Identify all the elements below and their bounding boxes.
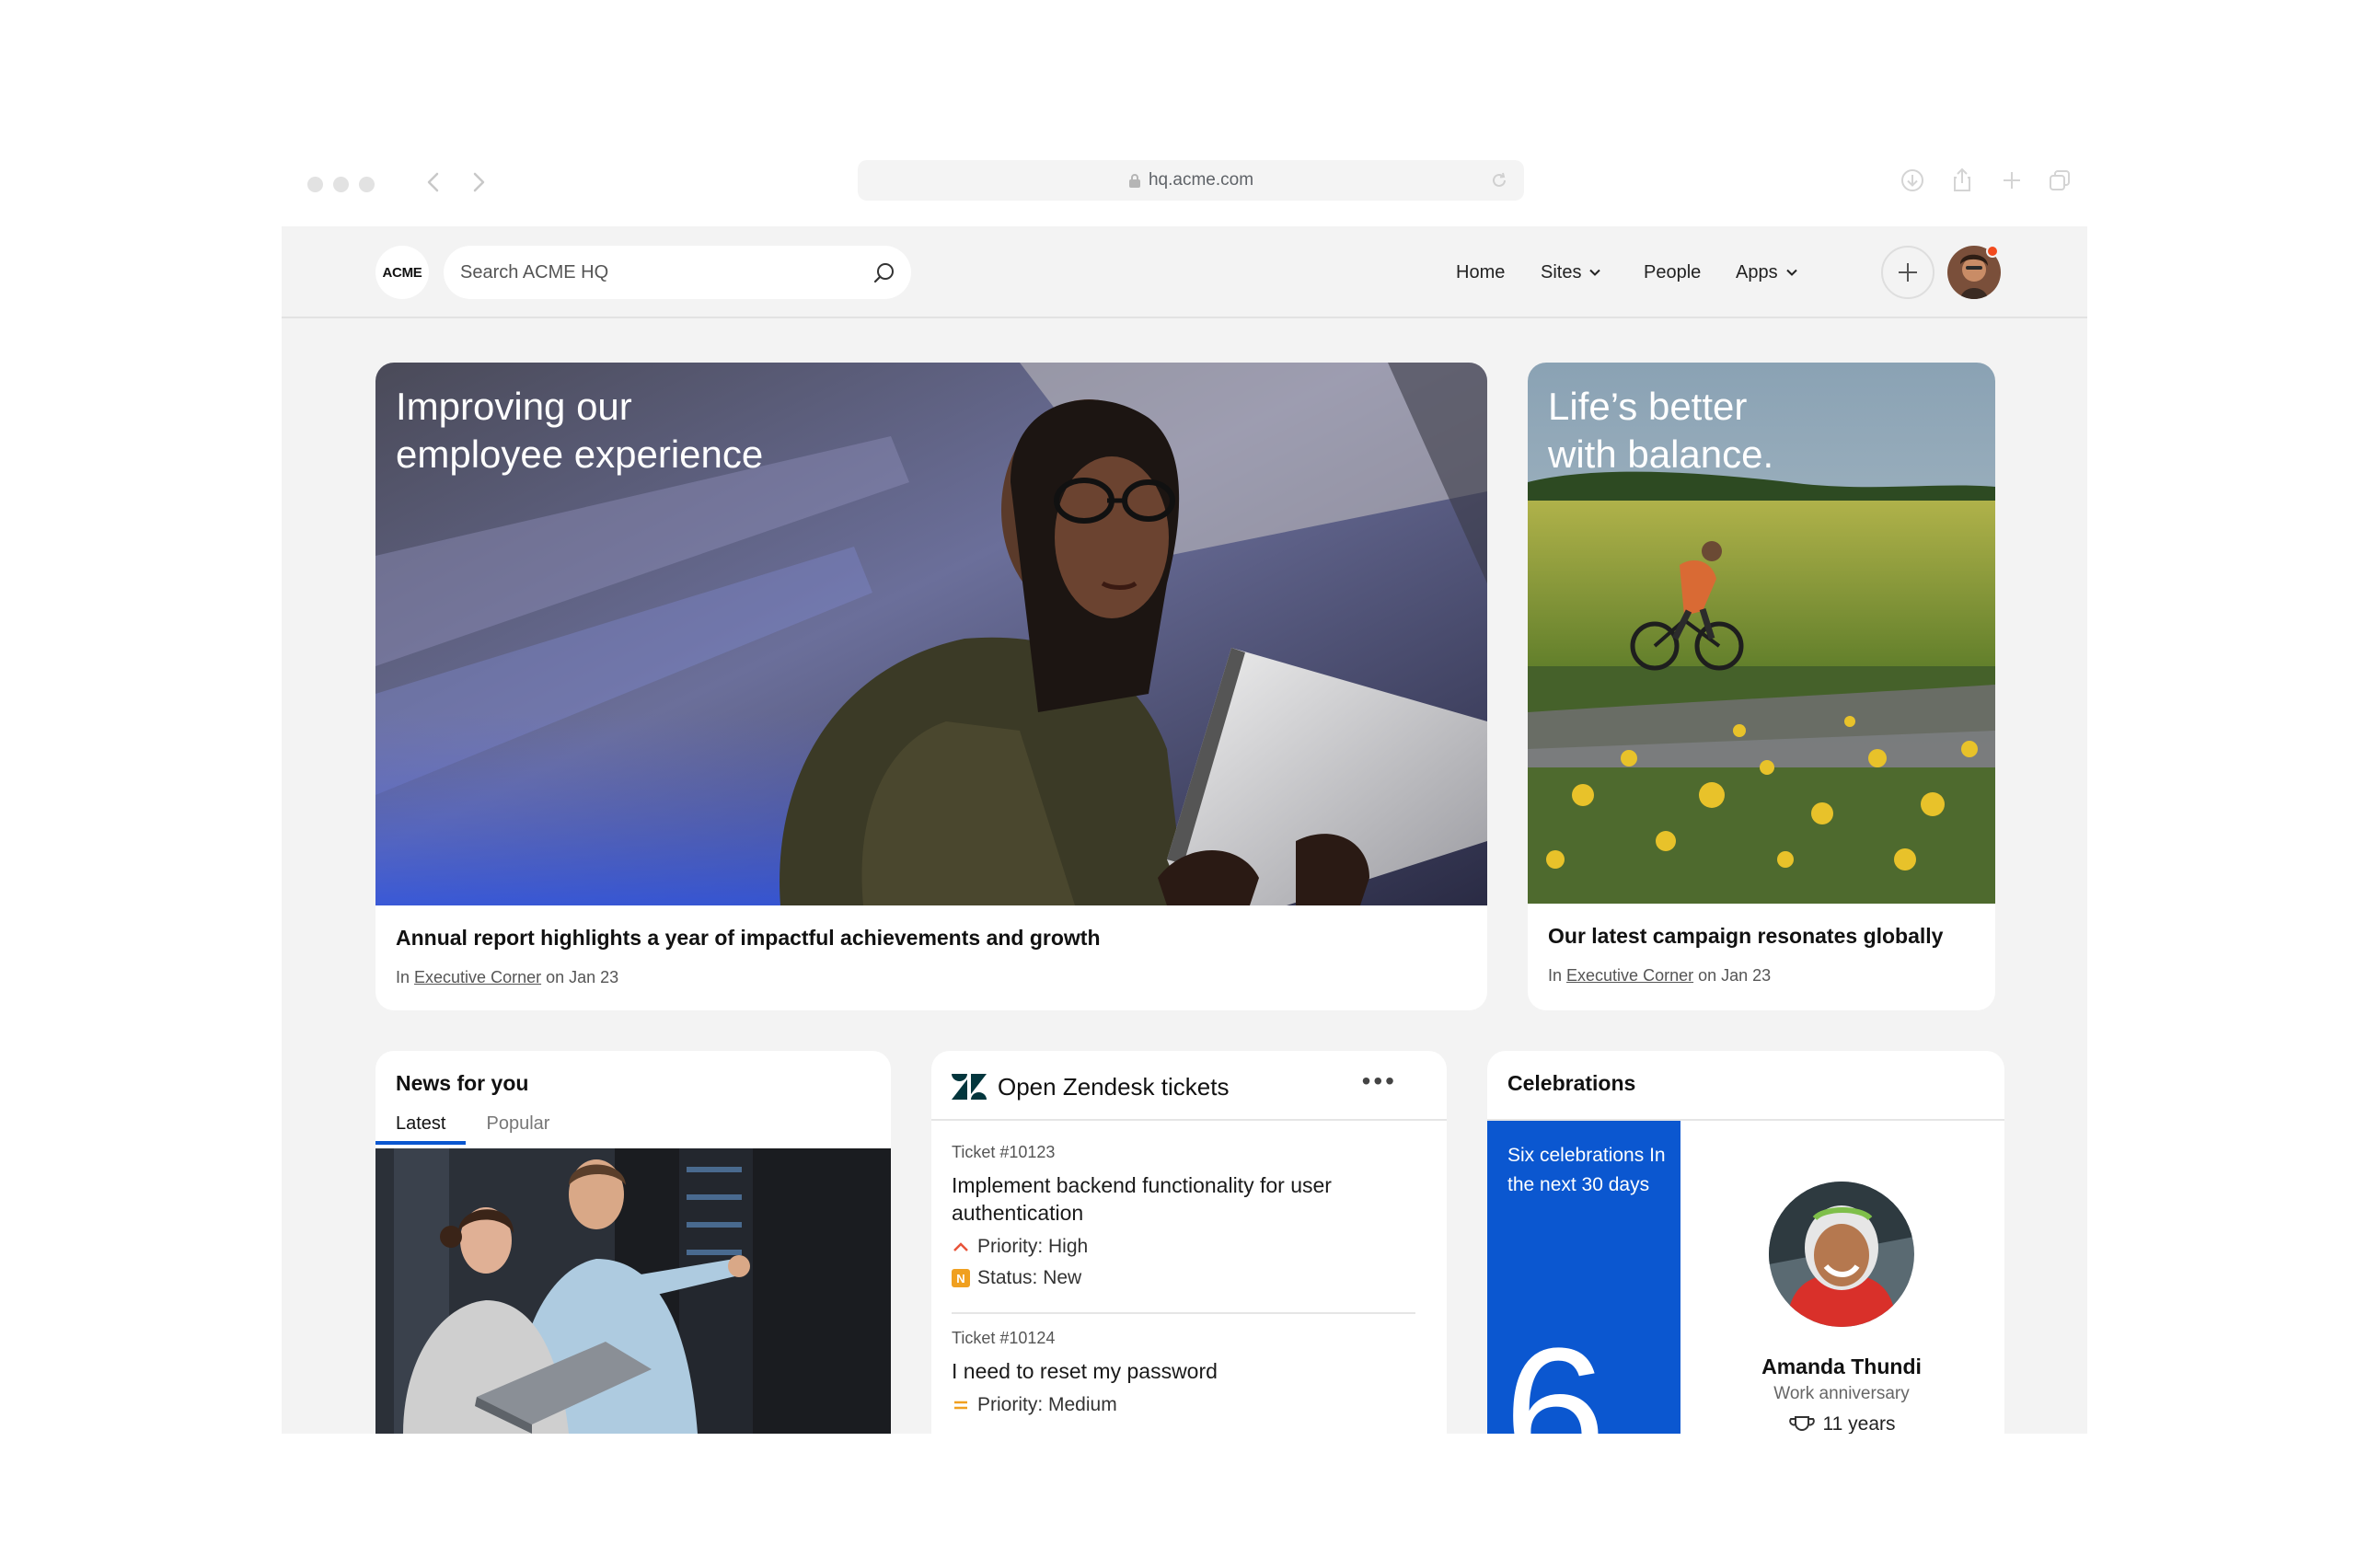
window-controls [307, 177, 375, 192]
celebrations-header: Celebrations [1487, 1051, 2004, 1121]
trophy-icon [1788, 1416, 1815, 1431]
ticket-priority: Priority: Medium [952, 1394, 1415, 1416]
featured-meta: In Executive Corner on Jan 23 [396, 968, 618, 987]
meta-site-link[interactable]: Executive Corner [1566, 966, 1693, 985]
meta-prefix: In [396, 968, 410, 986]
ticket-title[interactable]: Implement backend functionality for user… [952, 1171, 1415, 1227]
side-article-card[interactable]: Life’s better with balance. Our latest c… [1528, 363, 1995, 1010]
ticket-item[interactable]: Ticket #10123 Implement backend function… [952, 1143, 1415, 1289]
news-widget-title: News for you [396, 1071, 529, 1095]
ticket-number: Ticket #10124 [952, 1329, 1056, 1347]
news-tabs: Latest Popular [375, 1108, 570, 1145]
status-new-badge: N [952, 1269, 970, 1287]
search-box[interactable] [444, 246, 911, 299]
celebration-years: 11 years [1680, 1413, 2003, 1434]
url-text: hq.acme.com [1148, 170, 1254, 190]
top-nav-bar: ACME Home Sites People Apps [282, 226, 2087, 318]
featured-article-image: Improving our employee experience [375, 363, 1487, 905]
ticket-priority-label: Priority: High [977, 1236, 1089, 1257]
ticket-priority: Priority: High [952, 1236, 1415, 1258]
plus-icon [1899, 263, 1917, 282]
acme-logo[interactable]: ACME [375, 246, 429, 299]
download-icon[interactable] [1898, 166, 1927, 195]
side-article-image: Life’s better with balance. [1528, 363, 1995, 904]
search-input[interactable] [460, 261, 865, 283]
side-hero-title-line1: Life’s better [1548, 385, 1748, 428]
browser-chrome: hq.acme.com [282, 147, 2087, 226]
nav-people-label: People [1644, 261, 1702, 282]
nav-home-label: Home [1456, 261, 1506, 282]
nav-apps[interactable]: Apps [1736, 226, 1798, 318]
ticket-number: Ticket #10123 [952, 1143, 1056, 1161]
celebration-type: Work anniversary [1773, 1384, 1910, 1403]
featured-hero-title-line1: Improving our [396, 385, 632, 428]
side-hero-title-line2: with balance. [1548, 432, 1774, 476]
share-icon[interactable] [1947, 166, 1977, 195]
nav-home[interactable]: Home [1456, 226, 1505, 318]
more-options-icon[interactable]: ••• [1362, 1068, 1397, 1094]
side-meta: In Executive Corner on Jan 23 [1548, 966, 1771, 986]
nav-people[interactable]: People [1644, 226, 1701, 318]
zendesk-widget: Open Zendesk tickets ••• Ticket #10123 I… [931, 1051, 1447, 1434]
celebrations-title: Celebrations [1507, 1071, 1636, 1095]
nav-sites[interactable]: Sites [1541, 226, 1601, 318]
chevron-down-icon [1785, 269, 1797, 276]
maximize-window-dot[interactable] [359, 177, 375, 192]
nav-apps-label: Apps [1736, 261, 1778, 282]
side-headline[interactable]: Our latest campaign resonates globally [1548, 924, 1943, 949]
ticket-divider [952, 1312, 1415, 1314]
minimize-window-dot[interactable] [333, 177, 349, 192]
celebrant-name[interactable]: Amanda Thundi [1680, 1355, 2003, 1379]
news-widget: News for you Latest Popular [375, 1051, 891, 1434]
zendesk-header: Open Zendesk tickets ••• [931, 1051, 1447, 1121]
meta-site-link[interactable]: Executive Corner [414, 968, 541, 986]
celebration-years-label: 11 years [1822, 1413, 1896, 1434]
tab-popular[interactable]: Popular [466, 1108, 570, 1145]
ticket-status: N Status: New [952, 1267, 1415, 1289]
ticket-item[interactable]: Ticket #10124 I need to reset my passwor… [952, 1329, 1415, 1416]
nav-sites-label: Sites [1541, 261, 1582, 282]
back-arrow-icon[interactable] [418, 166, 451, 199]
zendesk-title: Open Zendesk tickets [998, 1073, 1230, 1101]
featured-article-card[interactable]: Improving our employee experience Annual… [375, 363, 1487, 1010]
priority-high-icon [953, 1242, 968, 1251]
create-button[interactable] [1881, 246, 1934, 299]
zendesk-logo-icon [952, 1074, 987, 1100]
tab-latest[interactable]: Latest [375, 1108, 467, 1145]
meta-date: on Jan 23 [546, 968, 619, 986]
news-article-image[interactable] [375, 1148, 891, 1434]
celebrations-summary: Six celebrations In the next 30 days [1507, 1145, 1666, 1195]
celebrant-photo[interactable] [1769, 1182, 1914, 1327]
app-window: ACME Home Sites People Apps [282, 226, 2087, 1434]
tabs-overview-icon[interactable] [2045, 166, 2074, 195]
celebrant-avatar-image [1769, 1182, 1914, 1327]
meta-prefix: In [1548, 966, 1563, 985]
search-icon[interactable] [872, 261, 896, 285]
meta-date: on Jan 23 [1698, 966, 1772, 985]
notification-dot [1986, 245, 1999, 258]
new-tab-icon[interactable] [1997, 166, 2027, 195]
ticket-priority-label: Priority: Medium [977, 1394, 1117, 1415]
celebrations-widget: Celebrations Six celebrations In the nex… [1487, 1051, 2004, 1434]
ticket-title[interactable]: I need to reset my password [952, 1357, 1415, 1385]
celebrations-count: 6 [1504, 1310, 1607, 1435]
celebrations-summary-panel[interactable]: Six celebrations In the next 30 days 6 [1487, 1121, 1680, 1434]
address-bar[interactable]: hq.acme.com [858, 160, 1524, 201]
featured-hero-title: Improving our employee experience [396, 383, 763, 478]
lock-icon [1128, 174, 1140, 188]
reload-icon[interactable] [1489, 170, 1509, 190]
forward-arrow-icon[interactable] [462, 166, 495, 199]
close-window-dot[interactable] [307, 177, 323, 192]
chevron-down-icon [1589, 269, 1601, 276]
side-hero-title: Life’s better with balance. [1548, 383, 1773, 478]
ticket-status-label: Status: New [977, 1267, 1082, 1288]
priority-medium-icon [954, 1401, 967, 1410]
featured-headline[interactable]: Annual report highlights a year of impac… [396, 926, 1101, 951]
featured-hero-title-line2: employee experience [396, 432, 764, 476]
